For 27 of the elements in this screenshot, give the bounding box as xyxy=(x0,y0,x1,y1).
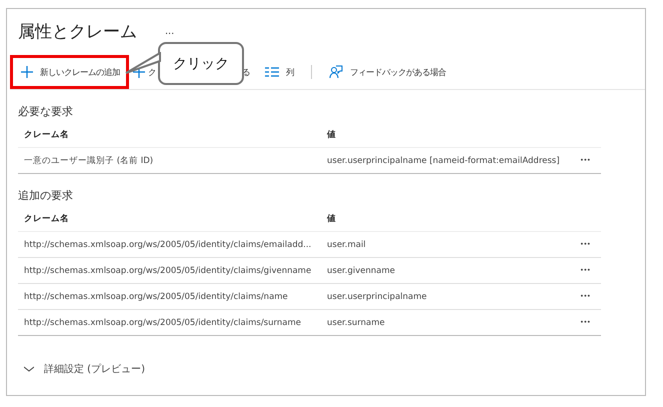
feedback-button[interactable]: フィードバックがある場合 xyxy=(320,55,455,89)
callout-pointer xyxy=(125,52,161,74)
more-button[interactable]: ... xyxy=(165,25,174,37)
table-cell-text: user.mail xyxy=(327,240,367,250)
page-title: 属性とクレーム xyxy=(18,20,137,42)
table-cell-text: http://schemas.xmlsoap.org/ws/2005/05/identity/claims/name xyxy=(24,292,289,302)
table-cell-text: http://schemas.xmlsoap.org/ws/2005/05/identity/claims/surname xyxy=(24,318,302,328)
table-cell-text: user.userprincipalname [nameid-format:emailAddress] xyxy=(327,156,561,166)
list-icon xyxy=(265,67,279,77)
column-header: クレーム名 xyxy=(24,128,70,140)
table-cell-text: http://schemas.xmlsoap.org/ws/2005/05/identity/claims/emailadd... xyxy=(24,240,312,250)
table-cell-text: user.surname xyxy=(327,318,386,328)
table-cell-text: user.userprincipalname xyxy=(327,292,428,302)
column-header: 値 xyxy=(327,212,337,224)
table-cell-text: 一意のユーザー識別子 (名前 ID) xyxy=(24,154,154,166)
table-cell-text: user.givenname xyxy=(327,266,396,276)
section-heading: 必要な要求 xyxy=(18,104,74,119)
table-cell-text: http://schemas.xmlsoap.org/ws/2005/05/identity/claims/givenname xyxy=(24,266,312,276)
columns-button[interactable]: 列 xyxy=(256,55,303,89)
section-heading: 追加の要求 xyxy=(18,188,74,203)
column-header: クレーム名 xyxy=(24,212,70,224)
column-header: 値 xyxy=(327,128,337,140)
add-button[interactable]: 新しいクレームの追加 xyxy=(10,55,129,89)
chevron-icon xyxy=(24,366,34,372)
advanced-settings-expander[interactable]: 詳細設定 (プレビュー) xyxy=(18,358,151,380)
plus-icon xyxy=(21,66,33,78)
feedback-icon xyxy=(329,65,343,79)
